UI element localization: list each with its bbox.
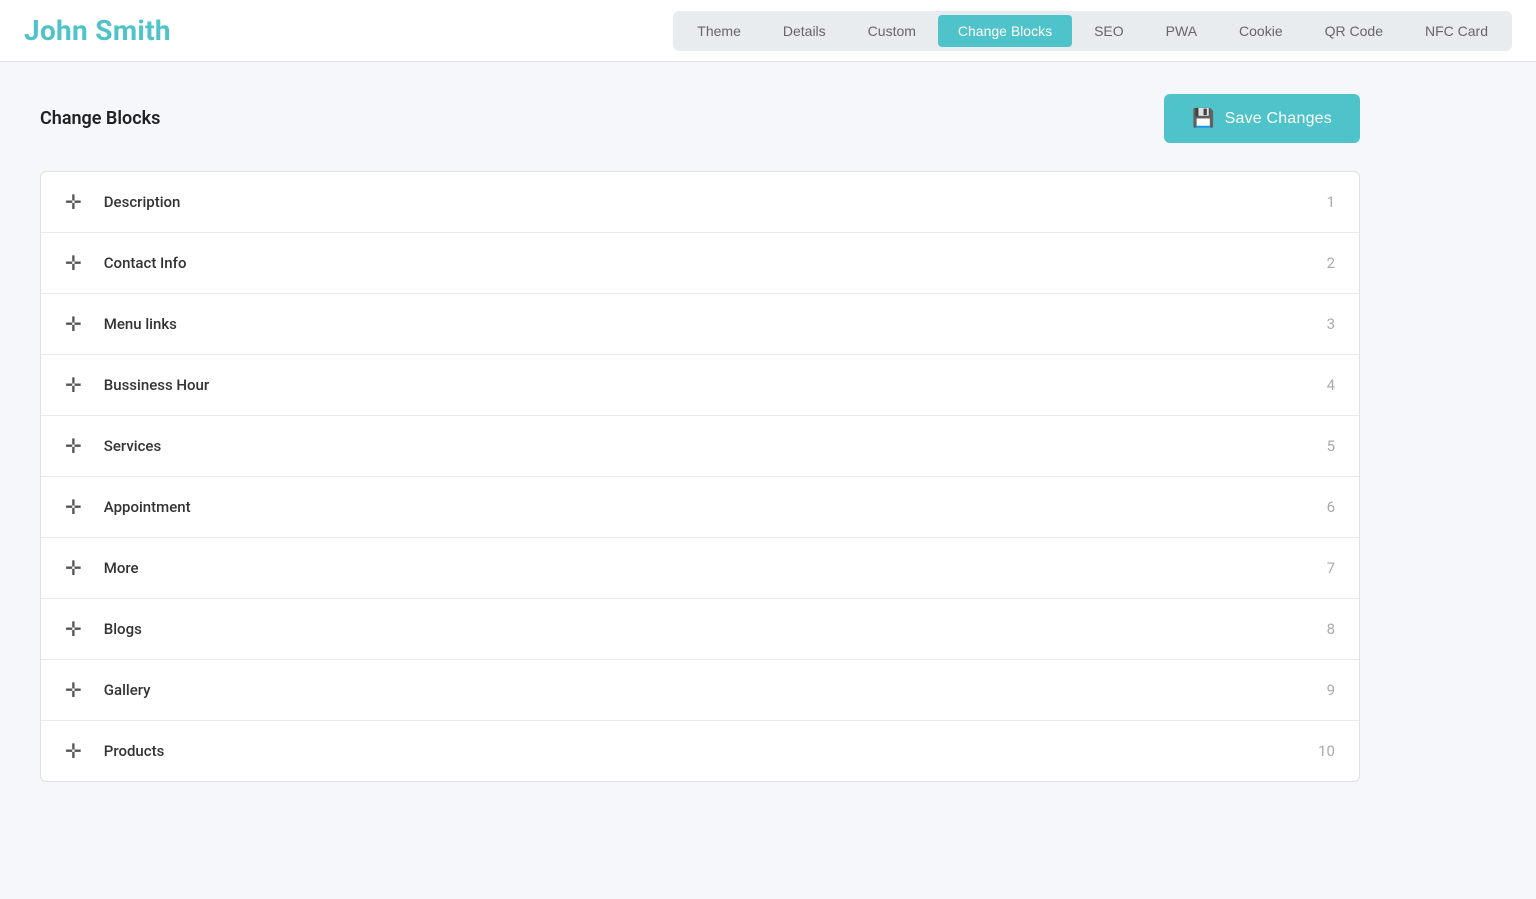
list-item[interactable]: ✛ Appointment 6: [41, 477, 1359, 538]
drag-handle-icon: ✛: [65, 373, 82, 397]
block-label: Menu links: [104, 315, 1327, 333]
main-content: Change Blocks 💾 Save Changes ✛ Descripti…: [0, 62, 1400, 814]
tab-nfc-card[interactable]: NFC Card: [1405, 15, 1508, 47]
block-number: 1: [1327, 193, 1335, 211]
drag-handle-icon: ✛: [65, 434, 82, 458]
list-item[interactable]: ✛ Description 1: [41, 172, 1359, 233]
save-button-label: Save Changes: [1225, 110, 1332, 128]
drag-handle-icon: ✛: [65, 556, 82, 580]
list-item[interactable]: ✛ Menu links 3: [41, 294, 1359, 355]
tab-pwa[interactable]: PWA: [1146, 15, 1217, 47]
block-label: More: [104, 559, 1327, 577]
nav-tabs: ThemeDetailsCustomChange BlocksSEOPWACoo…: [673, 11, 1512, 51]
drag-handle-icon: ✛: [65, 678, 82, 702]
block-list: ✛ Description 1 ✛ Contact Info 2 ✛ Menu …: [40, 171, 1360, 782]
block-number: 9: [1327, 681, 1335, 699]
block-label: Contact Info: [104, 254, 1327, 272]
list-item[interactable]: ✛ Blogs 8: [41, 599, 1359, 660]
list-item[interactable]: ✛ Gallery 9: [41, 660, 1359, 721]
list-item[interactable]: ✛ Services 5: [41, 416, 1359, 477]
block-label: Products: [104, 742, 1318, 760]
list-item[interactable]: ✛ Bussiness Hour 4: [41, 355, 1359, 416]
drag-handle-icon: ✛: [65, 251, 82, 275]
drag-handle-icon: ✛: [65, 190, 82, 214]
block-label: Bussiness Hour: [104, 376, 1327, 394]
list-item[interactable]: ✛ Products 10: [41, 721, 1359, 781]
tab-change-blocks[interactable]: Change Blocks: [938, 15, 1072, 47]
block-number: 6: [1327, 498, 1335, 516]
block-number: 8: [1327, 620, 1335, 638]
block-label: Blogs: [104, 620, 1327, 638]
drag-handle-icon: ✛: [65, 312, 82, 336]
block-label: Services: [104, 437, 1327, 455]
tab-qr-code[interactable]: QR Code: [1305, 15, 1403, 47]
header: John Smith ThemeDetailsCustomChange Bloc…: [0, 0, 1536, 62]
tab-details[interactable]: Details: [763, 15, 846, 47]
block-label: Description: [104, 193, 1327, 211]
tab-cookie[interactable]: Cookie: [1219, 15, 1303, 47]
save-icon: 💾: [1192, 108, 1215, 129]
drag-handle-icon: ✛: [65, 617, 82, 641]
page-title: Change Blocks: [40, 108, 160, 129]
block-number: 5: [1327, 437, 1335, 455]
save-button[interactable]: 💾 Save Changes: [1164, 94, 1360, 143]
app-title: John Smith: [24, 14, 171, 47]
list-item[interactable]: ✛ Contact Info 2: [41, 233, 1359, 294]
block-number: 7: [1327, 559, 1335, 577]
tab-theme[interactable]: Theme: [677, 15, 761, 47]
drag-handle-icon: ✛: [65, 739, 82, 763]
block-number: 2: [1327, 254, 1335, 272]
block-number: 3: [1327, 315, 1335, 333]
block-label: Appointment: [104, 498, 1327, 516]
tab-seo[interactable]: SEO: [1074, 15, 1144, 47]
block-label: Gallery: [104, 681, 1327, 699]
page-header: Change Blocks 💾 Save Changes: [40, 94, 1360, 143]
tab-custom[interactable]: Custom: [848, 15, 936, 47]
list-item[interactable]: ✛ More 7: [41, 538, 1359, 599]
drag-handle-icon: ✛: [65, 495, 82, 519]
block-number: 10: [1318, 742, 1335, 760]
block-number: 4: [1327, 376, 1335, 394]
